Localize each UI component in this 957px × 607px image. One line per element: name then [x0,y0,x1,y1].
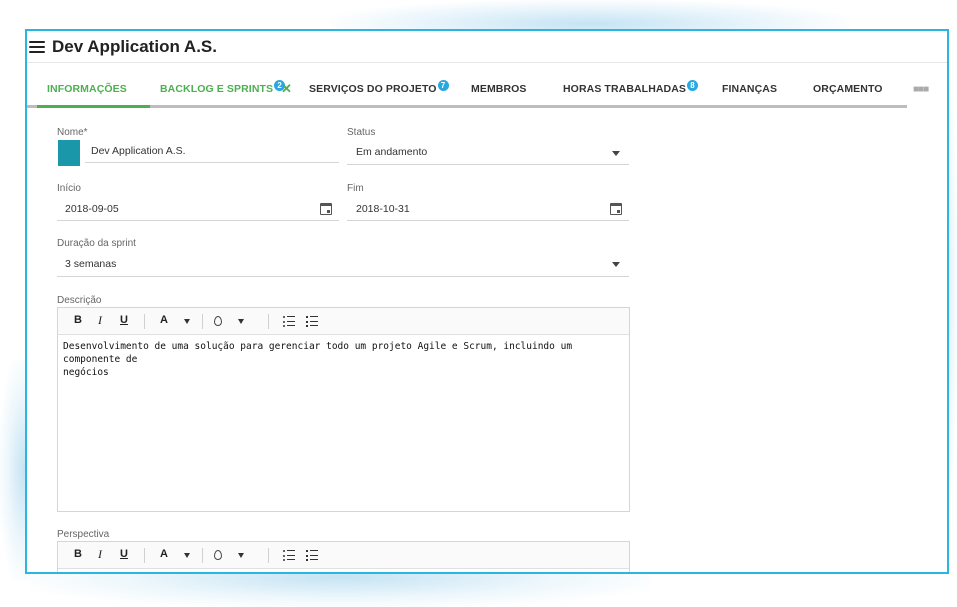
description-text-area[interactable]: Desenvolvimento de uma solução para gere… [58,335,629,384]
chevron-down-icon[interactable] [612,151,620,156]
tab-backlog-sprints[interactable]: BACKLOG E SPRINTS 2 [160,80,286,95]
name-input[interactable]: Dev Application A.S. [91,145,186,157]
chevron-down-icon[interactable] [184,319,190,324]
italic-button[interactable]: I [98,313,102,328]
menu-icon[interactable] [29,40,45,53]
description-editor: B I U A Desenvolvimento de uma solução p… [57,307,630,512]
tab-badge: 7 [437,80,449,91]
tab-horas-trabalhadas[interactable]: HORAS TRABALHADAS 8 [563,80,699,95]
toolbar-divider [144,548,145,563]
active-tab-indicator [37,105,150,108]
sprint-duration-underline [57,276,629,277]
chevron-down-icon[interactable] [184,553,190,558]
toolbar-divider [268,548,269,563]
status-label: Status [347,127,376,138]
tab-membros[interactable]: MEMBROS [471,83,527,95]
font-color-button[interactable]: A [160,314,168,326]
bullet-list-icon[interactable] [283,316,295,327]
underline-button[interactable]: U [120,548,128,560]
editor-toolbar: B I U A [58,308,629,335]
toolbar-divider [268,314,269,329]
description-label: Descrição [57,295,102,306]
sprint-duration-select[interactable]: 3 semanas [65,258,116,270]
chevron-down-icon[interactable] [612,262,620,267]
fill-color-icon[interactable] [214,550,222,560]
start-date-input[interactable]: 2018-09-05 [65,203,119,215]
close-icon[interactable]: ✕ [281,81,292,97]
toolbar-divider [202,548,203,563]
tab-orcamento[interactable]: ORÇAMENTO [813,83,883,95]
decor-brush-bottom [30,570,650,607]
name-label: Nome* [57,127,88,138]
fill-color-icon[interactable] [214,316,222,326]
more-icon[interactable]: ■■■ [913,84,929,95]
underline-button[interactable]: U [120,314,128,326]
end-date-underline [347,220,629,221]
calendar-icon[interactable] [320,203,332,215]
start-date-label: Início [57,183,81,194]
chevron-down-icon[interactable] [238,319,244,324]
bold-button[interactable]: B [74,548,82,560]
chevron-down-icon[interactable] [238,553,244,558]
tab-badge: 8 [687,80,699,91]
perspective-editor: B I U A [57,541,630,572]
tab-servicos-projeto[interactable]: SERVIÇOS DO PROJETO 7 [309,80,449,95]
description-line: negócios [63,367,109,378]
tab-financas[interactable]: FINANÇAS [722,83,777,95]
numbered-list-icon[interactable] [306,550,318,561]
italic-button[interactable]: I [98,547,102,562]
app-window: Dev Application A.S. INFORMAÇÕES BACKLOG… [25,29,949,574]
end-date-input[interactable]: 2018-10-31 [356,203,410,215]
editor-toolbar: B I U A [58,542,629,569]
status-select[interactable]: Em andamento [356,146,427,158]
calendar-icon[interactable] [610,203,622,215]
toolbar-divider [202,314,203,329]
page-title: Dev Application A.S. [52,36,217,56]
sprint-duration-label: Duração da sprint [57,238,136,249]
font-color-button[interactable]: A [160,548,168,560]
name-input-underline [85,162,339,163]
bold-button[interactable]: B [74,314,82,326]
start-date-underline [57,220,339,221]
tab-informacoes[interactable]: INFORMAÇÕES [47,83,127,95]
app-header: Dev Application A.S. [27,31,947,63]
numbered-list-icon[interactable] [306,316,318,327]
perspective-label: Perspectiva [57,529,110,540]
end-date-label: Fim [347,183,364,194]
description-line: Desenvolvimento de uma solução para gere… [63,341,573,365]
color-picker-swatch[interactable] [58,140,80,166]
status-underline [347,164,629,165]
toolbar-divider [144,314,145,329]
tab-bar: INFORMAÇÕES BACKLOG E SPRINTS 2 ✕ SERVIÇO… [27,64,929,108]
bullet-list-icon[interactable] [283,550,295,561]
